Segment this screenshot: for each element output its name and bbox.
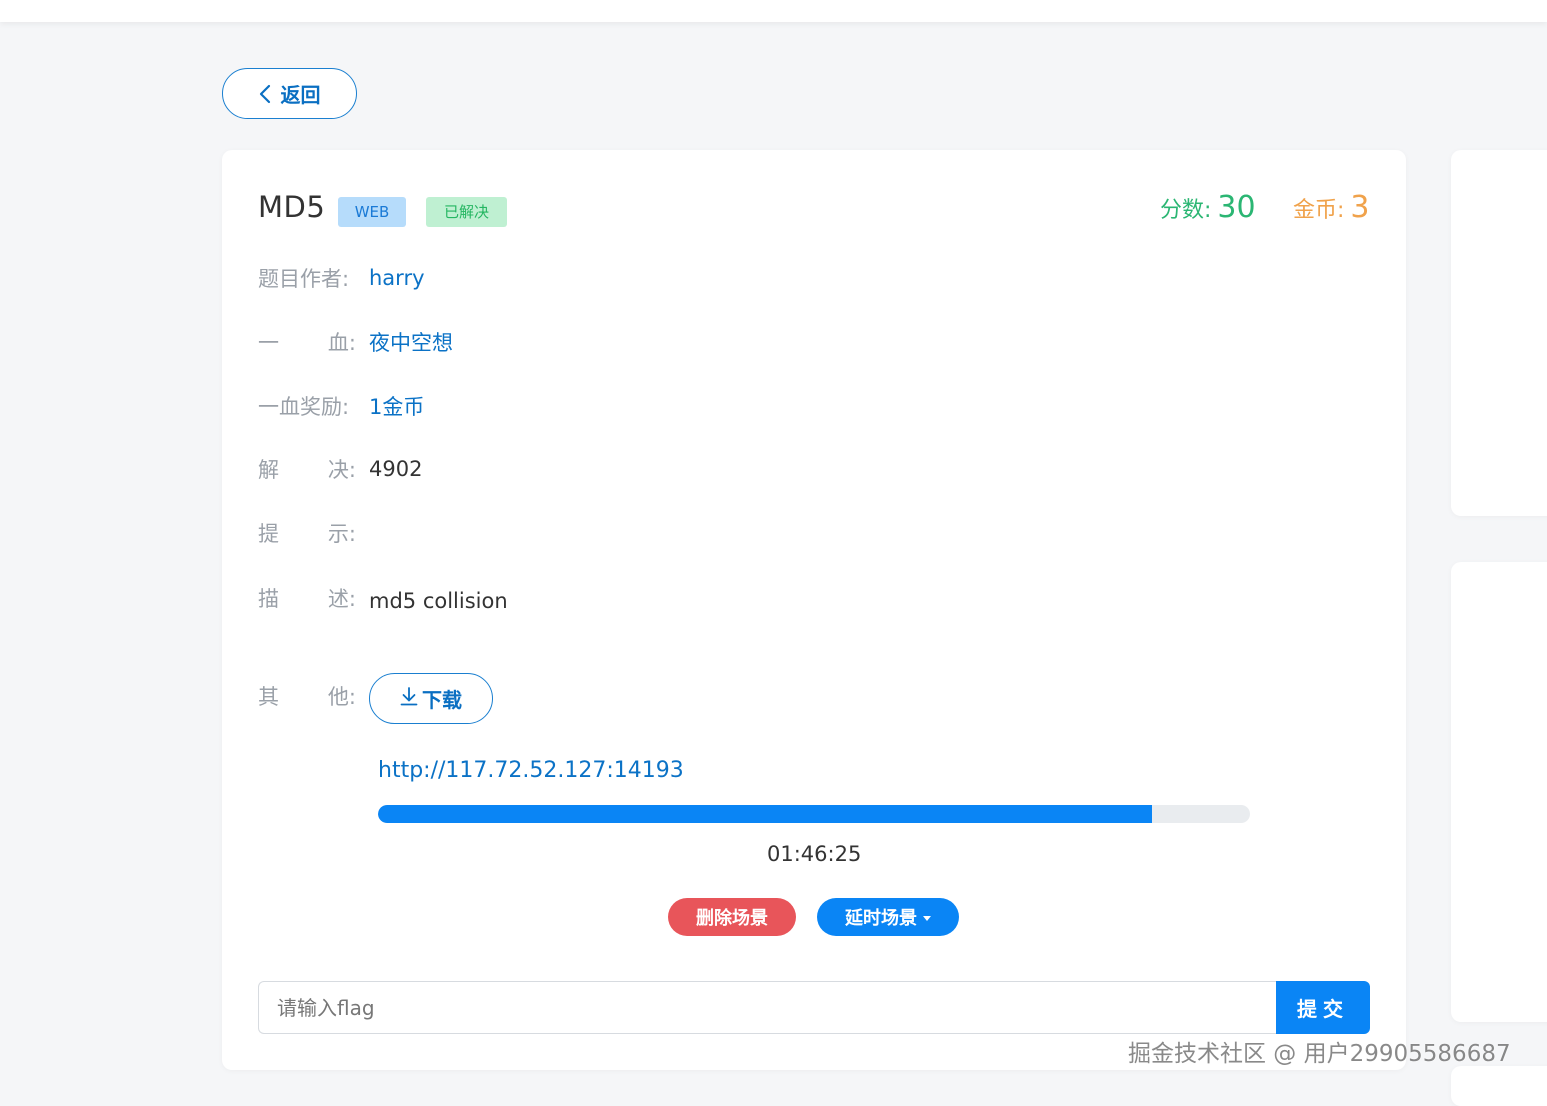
progress-fill [378, 805, 1153, 823]
score-value: 30 [1217, 190, 1256, 225]
status-badge: 已解决 [426, 197, 507, 227]
score-label: 分数: [1160, 198, 1212, 223]
author-label: 题目作者: [258, 267, 350, 291]
description-text: md5 collision [369, 589, 508, 613]
hint-label: 提 示: [258, 522, 356, 546]
side-panel-top [1451, 150, 1547, 516]
chevron-left-icon [259, 84, 271, 104]
description-label: 描 述: [258, 587, 356, 611]
download-button-label: 下载 [422, 688, 462, 712]
flag-input[interactable] [258, 981, 1278, 1034]
coin-value: 3 [1350, 190, 1370, 225]
delay-environment-label: 延时场景 [845, 908, 917, 929]
coin-display: 金币: 3 [1293, 190, 1370, 225]
delay-environment-button[interactable]: 延时场景 [817, 898, 959, 936]
first-blood-reward-label: 一血奖励: [258, 395, 350, 419]
back-button-label: 返回 [280, 83, 321, 107]
side-panel-bottom [1451, 1066, 1547, 1106]
delete-environment-button[interactable]: 删除场景 [668, 898, 796, 936]
score-display: 分数: 30 [1160, 190, 1256, 225]
first-blood-user-link[interactable]: 夜中空想 [369, 327, 453, 357]
back-button[interactable]: 返回 [222, 68, 357, 119]
first-blood-reward-row: 一血奖励: 1金币 [258, 391, 424, 421]
environment-time-progress [378, 805, 1250, 823]
hint-row: 提 示: [258, 518, 369, 548]
challenge-title: MD5 [258, 190, 326, 224]
solves-label: 解 决: [258, 458, 356, 482]
side-panel-middle [1451, 562, 1547, 1022]
other-label: 其 他: [258, 685, 356, 709]
author-row: 题目作者: harry [258, 263, 425, 293]
top-navbar [0, 0, 1547, 22]
first-blood-label: 一 血: [258, 331, 356, 355]
first-blood-reward-value: 1金币 [369, 395, 425, 419]
download-button[interactable]: 下载 [369, 673, 493, 724]
challenge-card: MD5 WEB 已解决 分数: 30 金币: 3 题目作者: harry 一 血: … [222, 150, 1406, 1070]
countdown-timer: 01:46:25 [767, 842, 862, 866]
solves-row: 解 决: 4902 [258, 454, 422, 484]
other-row: 其 他: [258, 681, 356, 711]
environment-url-link[interactable]: http://117.72.52.127:14193 [378, 758, 684, 783]
submit-flag-button[interactable]: 提交 [1276, 981, 1370, 1034]
first-blood-row: 一 血: 夜中空想 [258, 327, 453, 357]
caret-down-icon [923, 915, 931, 921]
watermark-text: 掘金技术社区 @ 用户29905586687 [1128, 1041, 1511, 1067]
coin-label: 金币: [1293, 198, 1345, 223]
description-row: 描 述: md5 collision [258, 583, 508, 613]
download-arrow-icon [400, 686, 418, 711]
author-link[interactable]: harry [369, 266, 425, 290]
solves-count: 4902 [369, 457, 423, 481]
category-tag: WEB [338, 197, 406, 227]
